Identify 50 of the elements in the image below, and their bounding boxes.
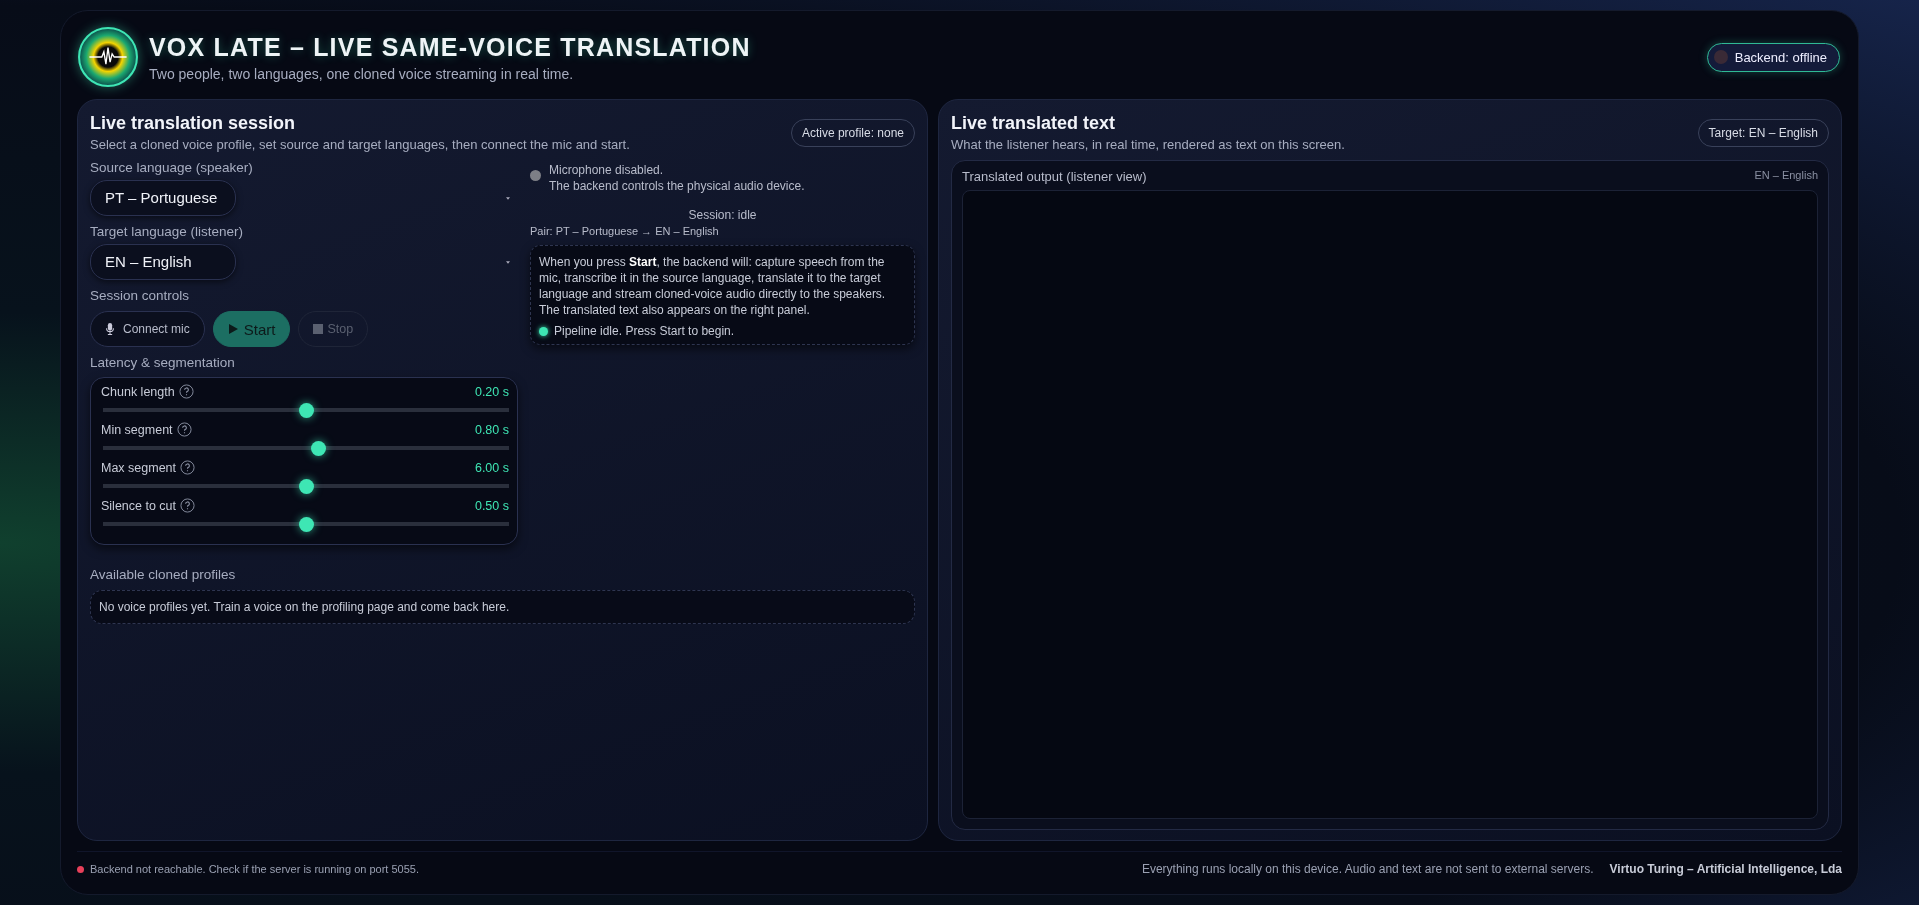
panel-title: Live translation session: [90, 113, 297, 134]
session-status: Session: idle: [687, 208, 758, 222]
slider-thumb[interactable]: [299, 403, 314, 418]
language-select[interactable]: EN – English: [90, 244, 236, 280]
help-icon[interactable]: [180, 498, 196, 513]
slider-value: 0.20 s: [474, 384, 509, 399]
panel-subtitle: What the listener hears, in real time, rendered as text on this screen.: [951, 137, 1345, 152]
slider-label: Max segment: [101, 460, 177, 475]
footer-status: Backend not reachable. Check if the server is running on port 5055.: [90, 863, 419, 875]
logo-icon: [77, 26, 139, 88]
slider-value: 0.50 s: [474, 498, 509, 513]
panel-title: Live translated text: [951, 113, 1117, 134]
app-subtitle: Two people, two languages, one cloned voice streaming in real time.: [149, 65, 575, 82]
play-icon: [227, 323, 238, 335]
slider-thumb[interactable]: [299, 517, 314, 532]
section-label: Available cloned profiles: [90, 567, 237, 582]
field-label: Target language (listener): [90, 224, 245, 239]
language-select[interactable]: PT – Portuguese: [90, 180, 236, 216]
panel-subtitle: Select a cloned voice profile, set source and target languages, then connect the mic and start.: [90, 137, 630, 152]
backend-status-label: Backend: offline: [1734, 49, 1827, 65]
credit-text: Virtuo Turing – Artificial Intelligence, Lda: [1609, 862, 1842, 876]
info-text: When you press Start, the backend will: capture speech from the mic, transcribe it in the source language, translate it to the target language and stream cloned-voice audio directly to the speakers. The translated text also appears on the right panel.: [539, 254, 887, 318]
help-icon[interactable]: [180, 460, 196, 475]
empty-profiles-message: No voice profiles yet. Train a voice on the profiling page and come back here.: [90, 590, 915, 624]
caret-icon: [506, 196, 510, 200]
help-icon[interactable]: [176, 422, 192, 437]
slider-label: Chunk length: [101, 384, 175, 399]
microphone-icon: [105, 323, 115, 335]
privacy-note: Everything runs locally on this device. Audio and text are not sent to external servers.: [1141, 862, 1594, 876]
microphone-status-text: The backend controls the physical audio device.: [549, 178, 805, 194]
slider-label: Silence to cut: [101, 498, 177, 513]
microphone-status-text: Microphone disabled.: [549, 162, 665, 178]
app-title: VOX LATE – LIVE SAME-VOICE TRANSLATION: [149, 32, 752, 62]
slider-value: 0.80 s: [474, 422, 509, 437]
output-language: EN – English: [1754, 169, 1818, 183]
stop-icon: [313, 323, 324, 335]
pipeline-status: Pipeline idle. Press Start to begin.: [554, 324, 735, 338]
mic-button[interactable]: Connect mic: [90, 311, 205, 347]
section-label: Latency & segmentation: [90, 355, 236, 370]
slider-value: 6.00 s: [474, 460, 509, 475]
status-dot: [539, 326, 548, 336]
help-icon[interactable]: [178, 384, 194, 399]
slider-thumb[interactable]: [311, 441, 327, 456]
caret-icon: [506, 260, 510, 264]
section-label: Session controls: [90, 288, 191, 303]
slider-thumb[interactable]: [299, 479, 314, 494]
slider-label: Min segment: [101, 422, 173, 437]
language-pair: Pair: PT – Portuguese → EN – English: [530, 225, 720, 237]
field-label: Source language (speaker): [90, 160, 254, 175]
output-label: Translated output (listener view): [962, 169, 1147, 184]
